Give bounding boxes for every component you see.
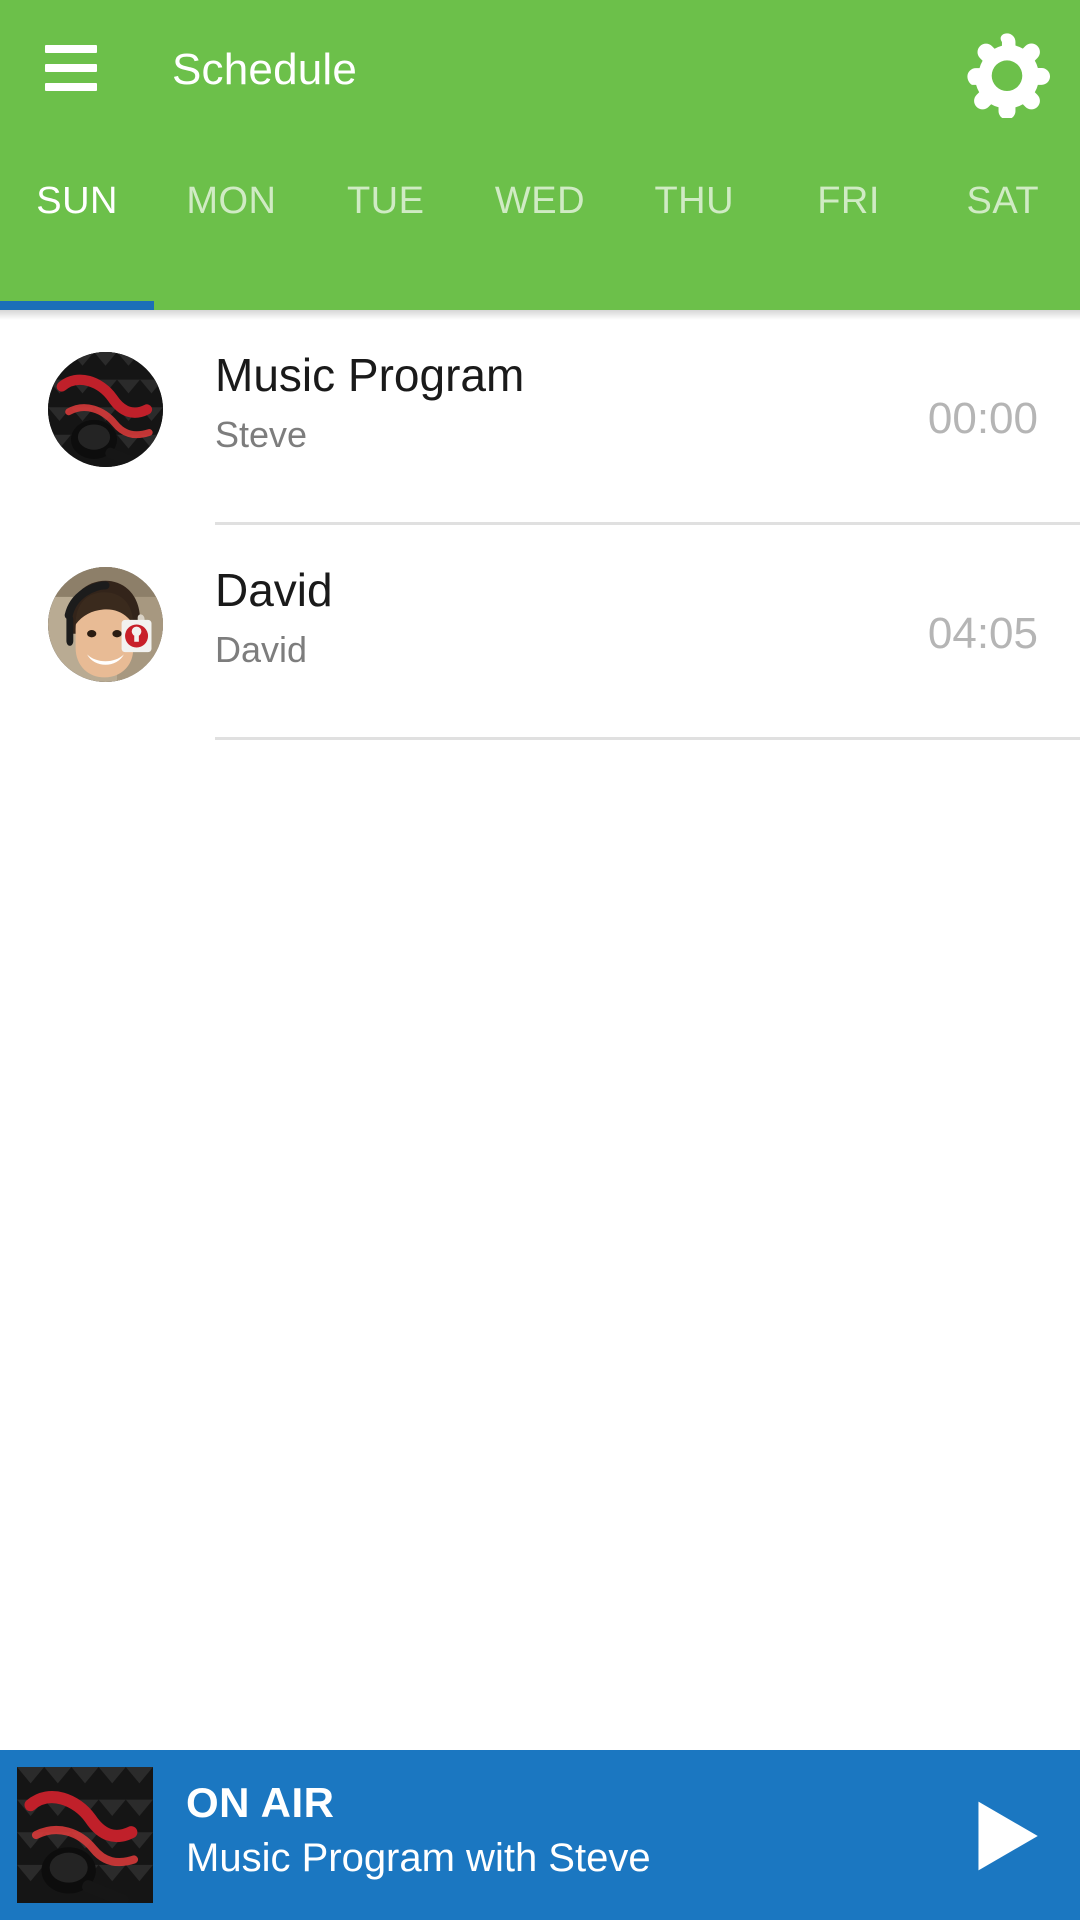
now-playing-bar[interactable]: ON AIR Music Program with Steve <box>0 1750 1080 1920</box>
now-playing-thumbnail <box>17 1767 153 1903</box>
app-header: Schedule SUN MON TUE WED THU FRI SAT <box>0 0 1080 310</box>
gear-icon[interactable] <box>962 28 1052 118</box>
tab-label-tue: TUE <box>346 180 425 222</box>
avatar <box>48 352 163 467</box>
tab-label-sat: SAT <box>966 180 1040 222</box>
schedule-row-david[interactable]: David David 04:05 <box>0 525 1080 740</box>
row-host: Steve <box>215 414 308 455</box>
row-time: 00:00 <box>927 394 1038 443</box>
tab-label-fri: FRI <box>817 180 880 222</box>
tab-label-thu: THU <box>654 180 735 222</box>
hamburger-bar-1 <box>45 45 97 53</box>
app-root: Schedule SUN MON TUE WED THU FRI SAT Mus… <box>0 0 1080 1920</box>
now-playing-text: ON AIR Music Program with Steve <box>186 1776 900 1886</box>
row-title: Music Program <box>215 349 525 401</box>
tab-sat[interactable]: SAT <box>926 146 1080 310</box>
page-title: Schedule <box>172 45 358 94</box>
now-playing-title: Music Program with Steve <box>186 1836 651 1880</box>
schedule-row-music-program[interactable]: Music Program Steve 00:00 <box>0 310 1080 525</box>
row-text: Music Program Steve <box>215 344 780 460</box>
hamburger-menu-icon[interactable] <box>45 45 97 91</box>
hamburger-bar-3 <box>45 83 97 91</box>
avatar <box>48 567 163 682</box>
row-title: David <box>215 564 333 616</box>
tab-label-wed: WED <box>494 180 586 222</box>
top-app-bar: Schedule <box>0 0 1080 146</box>
row-host: David <box>215 629 308 670</box>
tab-label-mon: MON <box>186 180 277 222</box>
tab-sun[interactable]: SUN <box>0 146 154 310</box>
row-divider <box>215 737 1080 740</box>
schedule-list[interactable]: Music Program Steve 00:00 David David 04… <box>0 310 1080 1750</box>
active-tab-indicator <box>0 301 154 310</box>
tab-label-sun: SUN <box>36 180 118 222</box>
tab-fri[interactable]: FRI <box>771 146 925 310</box>
tab-wed[interactable]: WED <box>463 146 617 310</box>
play-triangle-icon[interactable] <box>966 1796 1044 1876</box>
status-badge: ON AIR <box>186 1779 335 1826</box>
row-text: David David <box>215 559 780 675</box>
tab-thu[interactable]: THU <box>617 146 771 310</box>
hamburger-bar-2 <box>45 64 97 72</box>
day-tab-bar: SUN MON TUE WED THU FRI SAT <box>0 146 1080 310</box>
row-time: 04:05 <box>927 609 1038 658</box>
tab-mon[interactable]: MON <box>154 146 308 310</box>
tab-tue[interactable]: TUE <box>309 146 463 310</box>
